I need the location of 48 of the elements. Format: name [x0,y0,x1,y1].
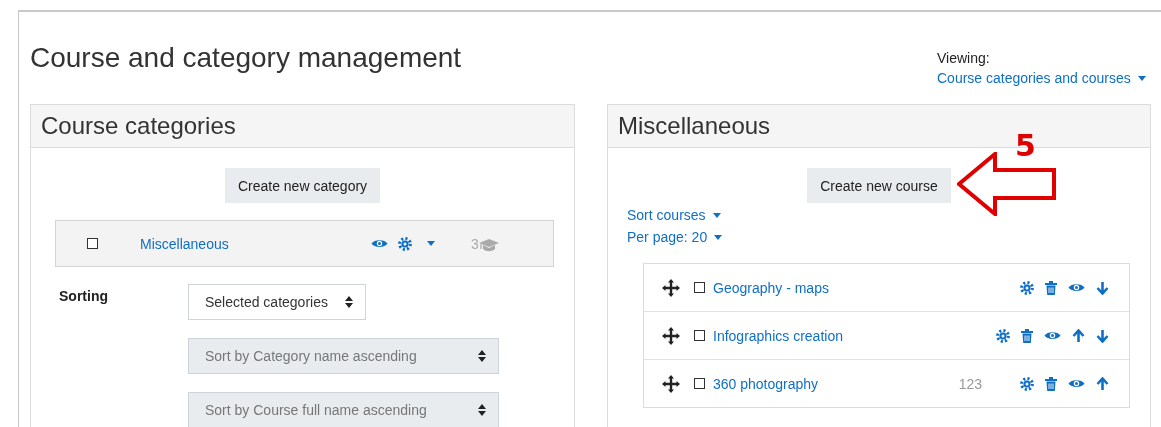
trash-icon[interactable] [1045,280,1057,295]
per-page-menu[interactable]: Per page: 20 [627,229,1150,245]
sorting-label: Sorting [59,287,109,306]
course-link[interactable]: Geography - maps [713,279,829,296]
caret-icon [714,234,723,240]
trash-icon[interactable] [1045,376,1057,391]
viewing-label: Viewing: [937,50,991,66]
annotation-number: 5 [1015,128,1036,163]
move-icon[interactable] [662,278,680,297]
move-icon[interactable] [662,326,680,345]
eye-icon[interactable] [1068,282,1085,293]
trash-icon[interactable] [1021,328,1033,343]
graduation-cap-icon [478,238,499,252]
sort-courses-menu[interactable]: Sort courses [627,207,1150,223]
page-title: Course and category management [30,41,462,75]
settings-icon[interactable] [996,328,1010,343]
arrow-up-icon[interactable] [1096,376,1109,391]
category-link[interactable]: Miscellaneous [140,235,371,252]
sort-arrows-icon [345,296,353,308]
course-count: 123 [958,375,982,392]
checkbox[interactable] [694,378,705,389]
checkbox[interactable] [694,282,705,293]
create-button[interactable]: Create new category [224,168,381,203]
create-button[interactable]: Create new course [807,168,951,203]
panel-title: Miscellaneous [618,112,771,139]
eye-icon[interactable] [1068,378,1085,389]
caret-icon [1137,75,1146,81]
sort-select[interactable]: Selected categories [188,284,366,320]
eye-icon[interactable] [1044,330,1061,341]
arrow-down-icon[interactable] [1096,328,1109,343]
sort-arrows-icon [478,350,486,362]
arrow-up-icon[interactable] [1072,328,1085,343]
course-link[interactable]: 360 photography [713,375,819,392]
move-icon[interactable] [662,374,680,393]
course-count: 3 [471,235,479,252]
panel-title: Course categories [41,112,236,139]
sort-arrows-icon [478,404,486,416]
settings-icon[interactable] [1020,280,1034,295]
caret-icon [427,241,435,246]
caret-icon [712,212,721,218]
settings-icon[interactable] [1020,376,1034,391]
eye-icon[interactable] [371,238,388,249]
course-link[interactable]: Infographics creation [713,327,843,344]
checkbox[interactable] [87,238,98,249]
arrow-down-icon[interactable] [1096,280,1109,295]
checkbox[interactable] [694,330,705,341]
settings-icon[interactable] [398,236,412,251]
view-mode-menu[interactable]: Course categories and courses [937,70,1146,86]
